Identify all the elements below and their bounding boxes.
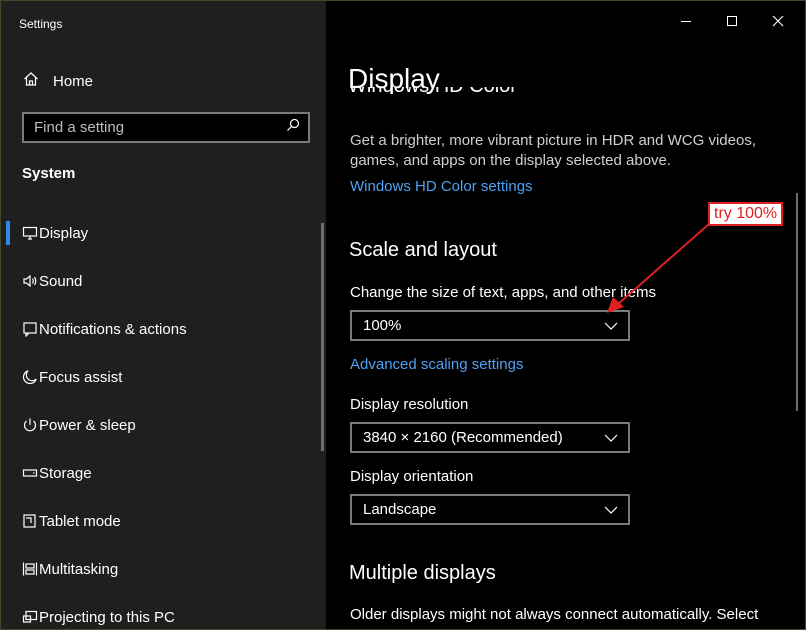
sidebar-item-multitasking[interactable]: Multitasking [1, 545, 326, 593]
scale-label: Change the size of text, apps, and other… [350, 284, 657, 301]
hd-color-heading: Windows HD Color [348, 87, 548, 105]
annotation-callout: try 100% [708, 202, 784, 226]
minimize-icon [680, 14, 692, 32]
moon-icon [21, 368, 39, 386]
orientation-label: Display orientation [350, 468, 474, 485]
sidebar-item-tablet-mode[interactable]: Tablet mode [1, 497, 326, 545]
minimize-button[interactable] [674, 11, 698, 35]
sidebar-item-label: Display [39, 224, 89, 242]
hdr-description: Get a brighter, more vibrant picture in … [350, 132, 756, 169]
multiple-displays-heading: Multiple displays [349, 562, 496, 584]
hd-color-settings-link[interactable]: Windows HD Color settings [350, 178, 533, 195]
chevron-down-icon [604, 501, 618, 518]
section-title: System [22, 165, 76, 182]
sidebar-home[interactable]: Home [1, 63, 326, 99]
search-input[interactable] [34, 119, 274, 136]
orientation-dropdown-value: Landscape [363, 501, 437, 518]
notifications-icon [21, 320, 39, 338]
sidebar-item-power-sleep[interactable]: Power & sleep [1, 401, 326, 449]
chevron-down-icon [604, 429, 618, 446]
home-icon [23, 71, 39, 92]
app-title: Settings [19, 17, 63, 31]
power-icon [21, 416, 39, 434]
storage-icon [21, 464, 39, 482]
chevron-down-icon [604, 317, 618, 334]
content-scrollbar[interactable] [796, 193, 798, 411]
resolution-dropdown[interactable]: 3840 × 2160 (Recommended) [350, 422, 630, 453]
sidebar-item-projecting[interactable]: Projecting to this PC [1, 593, 326, 629]
sidebar-scrollbar[interactable] [321, 223, 324, 451]
search-box[interactable] [22, 112, 310, 143]
resolution-dropdown-value: 3840 × 2160 (Recommended) [363, 429, 563, 446]
search-icon[interactable] [286, 118, 300, 137]
sidebar-item-sound[interactable]: Sound [1, 257, 326, 305]
multiple-displays-description: Older displays might not always connect … [350, 606, 759, 623]
sidebar-item-display[interactable]: Display [1, 209, 326, 257]
advanced-scaling-link[interactable]: Advanced scaling settings [350, 356, 523, 373]
tablet-mode-icon [21, 512, 39, 530]
monitor-icon [21, 224, 39, 242]
sidebar-item-storage[interactable]: Storage [1, 449, 326, 497]
resolution-label: Display resolution [350, 396, 469, 413]
projecting-icon [21, 608, 39, 626]
home-label: Home [53, 72, 94, 90]
sidebar-item-label: Focus assist [39, 368, 123, 386]
sidebar-nav: Display Sound Notifications & actions Fo… [1, 209, 326, 629]
sidebar-item-focus-assist[interactable]: Focus assist [1, 353, 326, 401]
sidebar-item-label: Storage [39, 464, 92, 482]
scale-dropdown[interactable]: 100% [350, 310, 630, 341]
close-button[interactable] [766, 11, 790, 35]
maximize-icon [726, 14, 738, 32]
hd-color-heading-text: Windows HD Color [348, 87, 517, 98]
scale-dropdown-value: 100% [363, 317, 402, 334]
scale-layout-heading: Scale and layout [349, 239, 497, 261]
sidebar-item-label: Projecting to this PC [39, 608, 175, 626]
sidebar-item-label: Multitasking [39, 560, 119, 578]
speaker-icon [21, 272, 39, 290]
settings-window: Settings Home System Dis [0, 0, 806, 630]
orientation-dropdown[interactable]: Landscape [350, 494, 630, 525]
sidebar: Settings Home System Dis [1, 1, 326, 629]
sidebar-item-label: Notifications & actions [39, 320, 187, 338]
content-pane: Display Windows HD Color Get a brighter,… [326, 1, 805, 629]
close-icon [772, 14, 784, 32]
sidebar-item-label: Sound [39, 272, 83, 290]
multitasking-icon [21, 560, 39, 578]
sidebar-item-notifications[interactable]: Notifications & actions [1, 305, 326, 353]
maximize-button[interactable] [720, 11, 744, 35]
sidebar-item-label: Tablet mode [39, 512, 121, 530]
sidebar-item-label: Power & sleep [39, 416, 136, 434]
